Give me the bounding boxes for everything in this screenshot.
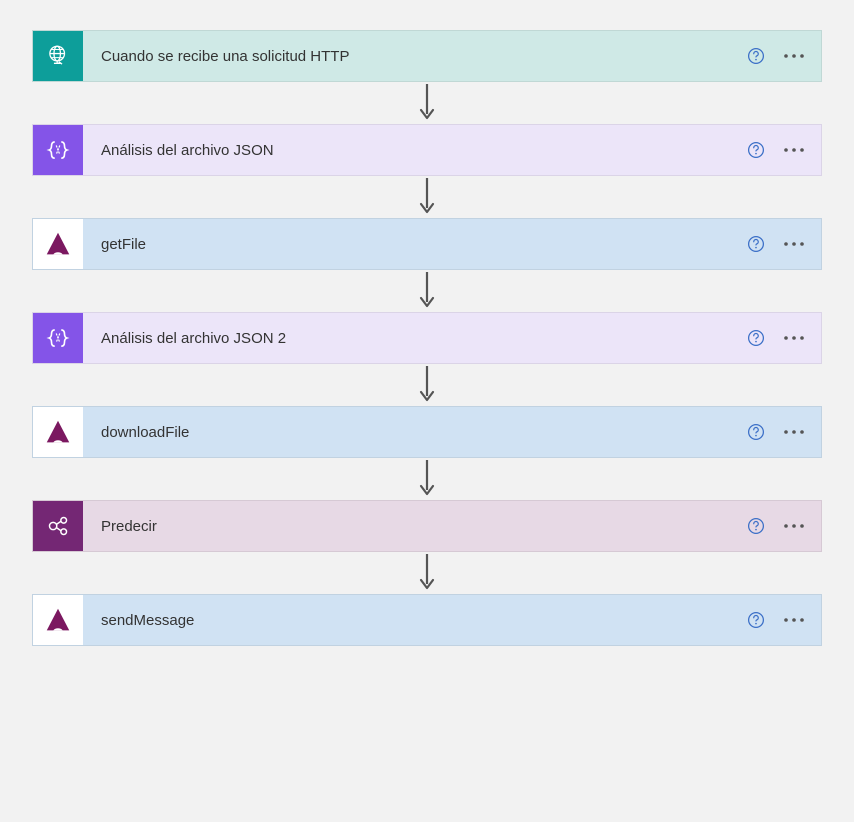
step-title: Cuando se recibe una solicitud HTTP [83, 48, 743, 65]
help-button[interactable] [743, 513, 769, 539]
step-title: Análisis del archivo JSON 2 [83, 330, 743, 347]
more-options-button[interactable] [773, 419, 815, 445]
flow-arrow-icon [418, 552, 436, 594]
step-an-lisis-del-archivo-json[interactable]: Análisis del archivo JSON [32, 124, 822, 176]
help-button[interactable] [743, 607, 769, 633]
mountain-icon [33, 219, 83, 269]
flow-arrow-icon [418, 270, 436, 312]
help-button[interactable] [743, 231, 769, 257]
more-options-button[interactable] [773, 607, 815, 633]
flow-arrow-icon [418, 82, 436, 124]
workflow-container: Cuando se recibe una solicitud HTTP Anál… [32, 30, 822, 646]
help-button[interactable] [743, 419, 769, 445]
step-title: getFile [83, 236, 743, 253]
more-options-button[interactable] [773, 137, 815, 163]
help-button[interactable] [743, 43, 769, 69]
mountain-icon [33, 407, 83, 457]
step-title: sendMessage [83, 612, 743, 629]
braces-icon [33, 125, 83, 175]
step-an-lisis-del-archivo-json-2[interactable]: Análisis del archivo JSON 2 [32, 312, 822, 364]
step-title: Predecir [83, 518, 743, 535]
mountain-icon [33, 595, 83, 645]
flow-arrow-icon [418, 364, 436, 406]
step-sendmessage[interactable]: sendMessage [32, 594, 822, 646]
more-options-button[interactable] [773, 513, 815, 539]
globe-icon [33, 31, 83, 81]
step-downloadfile[interactable]: downloadFile [32, 406, 822, 458]
step-predecir[interactable]: Predecir [32, 500, 822, 552]
flow-arrow-icon [418, 458, 436, 500]
more-options-button[interactable] [773, 325, 815, 351]
step-title: Análisis del archivo JSON [83, 142, 743, 159]
braces-icon [33, 313, 83, 363]
step-cuando-se-recibe-una-solicitud-http[interactable]: Cuando se recibe una solicitud HTTP [32, 30, 822, 82]
flow-arrow-icon [418, 176, 436, 218]
nodes-icon [33, 501, 83, 551]
help-button[interactable] [743, 325, 769, 351]
more-options-button[interactable] [773, 231, 815, 257]
step-title: downloadFile [83, 424, 743, 441]
more-options-button[interactable] [773, 43, 815, 69]
step-getfile[interactable]: getFile [32, 218, 822, 270]
help-button[interactable] [743, 137, 769, 163]
